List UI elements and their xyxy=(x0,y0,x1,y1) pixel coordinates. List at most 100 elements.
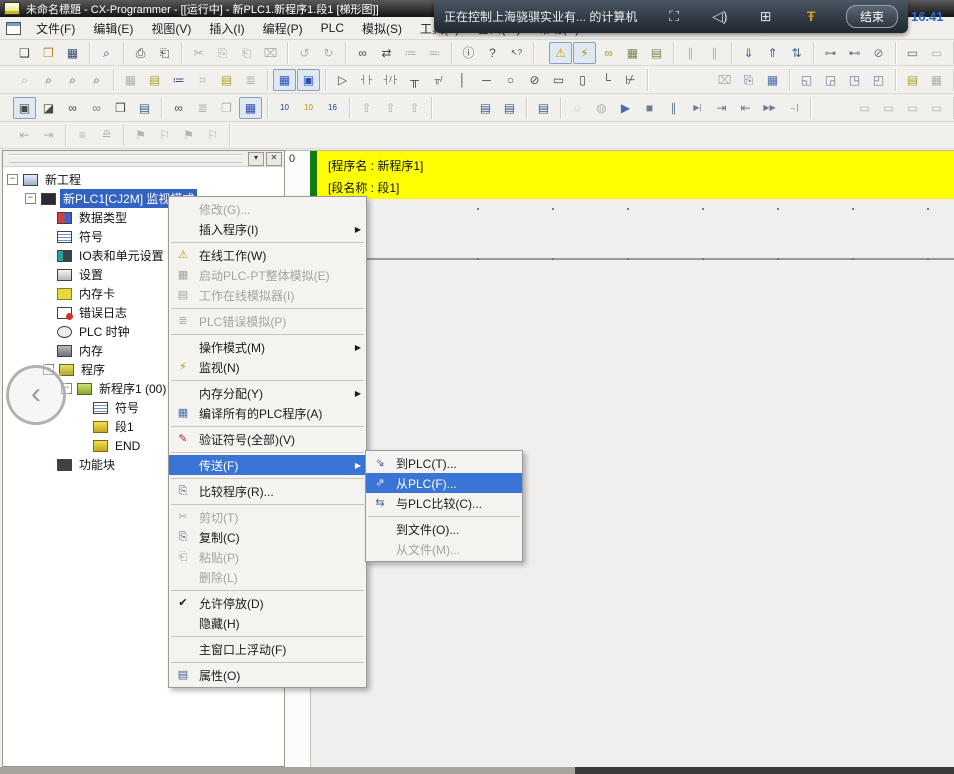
back-arrow-overlay[interactable]: ‹ xyxy=(6,365,66,425)
new-contact-icon[interactable]: ┤├ xyxy=(355,69,378,91)
vertical-line-icon[interactable]: │ xyxy=(451,69,474,91)
transfer-to-plc-icon[interactable]: ▤ xyxy=(474,97,497,119)
context-menu-item-copy[interactable]: ⎘复制(C) xyxy=(169,527,366,547)
new-coil-icon[interactable]: ○ xyxy=(499,69,522,91)
help-icon[interactable]: ? xyxy=(481,42,504,64)
symbol-table-icon[interactable]: ≔ xyxy=(167,69,190,91)
menu-edit[interactable]: 编辑(E) xyxy=(84,17,142,40)
end-remote-control-button[interactable]: 结束 xyxy=(846,5,898,28)
tree-item-new-project[interactable]: −新工程 xyxy=(3,170,284,189)
pt-integrated-simulation-icon[interactable]: ▦ xyxy=(621,42,644,64)
address-reference-icon[interactable]: ▦ xyxy=(239,97,262,119)
expand-collapse-toggle[interactable]: − xyxy=(7,174,18,185)
submenu-item-compare-with-plc[interactable]: ⇆与PLC比较(C)... xyxy=(366,493,522,513)
context-menu-item-transfer[interactable]: 传送(F)▶ xyxy=(169,455,366,475)
new-or-contact-icon[interactable]: ╥ xyxy=(403,69,426,91)
zoom-in-icon[interactable]: ⌕ xyxy=(37,69,60,91)
window-properties-icon[interactable]: ▤ xyxy=(133,97,156,119)
find-in-project-icon[interactable]: ⌕ xyxy=(95,42,118,64)
insert-row-icon[interactable]: ◰ xyxy=(867,69,890,91)
submenu-item-to-file[interactable]: 到文件(O)... xyxy=(366,519,522,539)
panel-close-button[interactable]: ✕ xyxy=(266,152,282,166)
insert-rung-below-icon[interactable]: ◲ xyxy=(819,69,842,91)
mnemonic-view-icon[interactable]: ⎘ xyxy=(737,69,760,91)
context-menu-item-insert-program[interactable]: 插入程序(I)▶ xyxy=(169,219,366,239)
controller-icon[interactable]: Ŧ xyxy=(794,8,828,25)
step-in-icon[interactable]: ⇥ xyxy=(710,97,733,119)
insert-rung-above-icon[interactable]: ◱ xyxy=(795,69,818,91)
fullscreen-icon[interactable]: ⛶ xyxy=(657,8,691,25)
context-menu-item-compare-program[interactable]: ⎘比较程序(R)... xyxy=(169,481,366,501)
horizontal-line-icon[interactable]: ─ xyxy=(475,69,498,91)
rung-comment-banner[interactable]: [程序名 : 新程序1] [段名称 : 段1] xyxy=(310,151,954,199)
submenu-item-to-plc[interactable]: ⇘到PLC(T)... xyxy=(366,453,522,473)
step-run-icon[interactable]: ▶| xyxy=(686,97,709,119)
pause-monitoring-icon[interactable]: ∞ xyxy=(597,42,620,64)
watch-window-1-icon[interactable]: ∞ xyxy=(61,97,84,119)
context-menu-item-compile-all-plc-programs[interactable]: ▦编译所有的PLC程序(A) xyxy=(169,403,366,423)
context-menu-item-operating-mode[interactable]: 操作模式(M)▶ xyxy=(169,337,366,357)
save-project-icon[interactable]: ▦ xyxy=(61,42,84,64)
new-plc-instruction-icon[interactable]: ▭ xyxy=(547,69,570,91)
new-closed-or-contact-icon[interactable]: ╥/ xyxy=(427,69,450,91)
menu-simulation[interactable]: 模拟(S) xyxy=(353,17,411,40)
upload-from-plc-icon[interactable]: ⇑ xyxy=(761,42,784,64)
online-edit-transfer-icon[interactable]: ▤ xyxy=(532,97,555,119)
monitoring-icon[interactable]: ⚡ xyxy=(573,42,596,64)
print-preview-icon[interactable]: ⎗ xyxy=(153,42,176,64)
menu-program[interactable]: 编程(P) xyxy=(254,17,312,40)
find-icon[interactable]: ∞ xyxy=(351,42,374,64)
monitor-hex-icon[interactable]: 16 xyxy=(321,97,344,119)
transfer-from-plc-icon[interactable]: ▤ xyxy=(498,97,521,119)
sim-pause-icon[interactable]: ∥ xyxy=(662,97,685,119)
force-cancel-icon[interactable]: ⊘ xyxy=(867,42,890,64)
sim-run-icon[interactable]: ▶ xyxy=(614,97,637,119)
new-instruction-icon[interactable]: ▯ xyxy=(571,69,594,91)
data-trace-icon[interactable]: ▤ xyxy=(143,69,166,91)
menu-file[interactable]: 文件(F) xyxy=(27,17,84,40)
step-out-icon[interactable]: ⇤ xyxy=(734,97,757,119)
ct-view-icon[interactable]: ▣ xyxy=(297,69,320,91)
context-menu-item-work-online[interactable]: ⚠在线工作(W) xyxy=(169,245,366,265)
force-on-icon[interactable]: ⊶ xyxy=(819,42,842,64)
continuous-step-run-icon[interactable]: ▶▶ xyxy=(758,97,781,119)
menu-view[interactable]: 视图(V) xyxy=(142,17,200,40)
context-menu-item-monitor[interactable]: ⚡监视(N) xyxy=(169,357,366,377)
delete-rung-icon[interactable]: ◳ xyxy=(843,69,866,91)
select-mode-icon[interactable]: ▷ xyxy=(331,69,354,91)
context-menu-item-verify-symbols-all[interactable]: ✎验证符号(全部)(V) xyxy=(169,429,366,449)
download-to-plc-icon[interactable]: ⇓ xyxy=(737,42,760,64)
tile-windows-icon[interactable]: ◪ xyxy=(37,97,60,119)
context-help-icon[interactable]: ↖? xyxy=(505,42,528,64)
float-window-icon[interactable]: ❒ xyxy=(109,97,132,119)
print-icon[interactable]: ⎙ xyxy=(129,42,152,64)
replace-icon[interactable]: ⇄ xyxy=(375,42,398,64)
screen-select-icon[interactable]: ⊞ xyxy=(748,8,782,25)
work-online-icon[interactable]: ⚠ xyxy=(549,42,572,64)
context-menu-item-properties[interactable]: ▤属性(O) xyxy=(169,665,366,685)
stacked-rung-view-icon[interactable]: ▤ xyxy=(901,69,924,91)
cascade-windows-icon[interactable]: ▣ xyxy=(13,97,36,119)
line-connect-icon[interactable]: └ xyxy=(595,69,618,91)
monitor-decimal-icon[interactable]: 10 xyxy=(273,97,296,119)
run-to-break-icon[interactable]: →| xyxy=(782,97,805,119)
new-closed-coil-icon[interactable]: ⊘ xyxy=(523,69,546,91)
watch-window-2-icon[interactable]: ∞ xyxy=(85,97,108,119)
context-menu-item-hide[interactable]: 隐藏(H) xyxy=(169,613,366,633)
new-closed-contact-icon[interactable]: ┤/├ xyxy=(379,69,402,91)
rung-comment-icon[interactable]: ▤ xyxy=(215,69,238,91)
submenu-item-from-plc[interactable]: ⇗从PLC(F)... xyxy=(366,473,522,493)
line-delete-icon[interactable]: ⊬ xyxy=(619,69,642,91)
panel-menu-button[interactable]: ▾ xyxy=(248,152,264,166)
binocular-monitor-icon[interactable]: ∞ xyxy=(167,97,190,119)
menu-plc[interactable]: PLC xyxy=(312,18,353,38)
zoom-out-icon[interactable]: ⌕ xyxy=(61,69,84,91)
expand-collapse-toggle[interactable]: − xyxy=(25,193,36,204)
panel-grip[interactable] xyxy=(9,154,242,163)
online-simulator-icon[interactable]: ▤ xyxy=(645,42,668,64)
monitor-signed-decimal-icon[interactable]: 10 xyxy=(297,97,320,119)
new-file-icon[interactable]: ❑ xyxy=(13,42,36,64)
differential-monitor-icon[interactable]: ▭ xyxy=(901,42,924,64)
menu-insert[interactable]: 插入(I) xyxy=(200,17,253,40)
context-menu-item-float-on-main-window[interactable]: 主窗口上浮动(F) xyxy=(169,639,366,659)
